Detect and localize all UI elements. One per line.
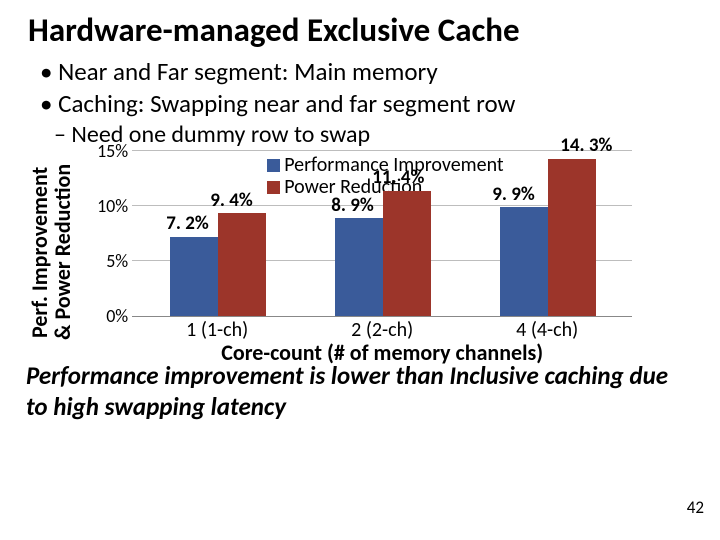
y-axis-label: Perf. Improvement & Power Reduction (26, 147, 74, 357)
data-label-perf-2: 8. 9% (331, 194, 373, 217)
y-tick-5: 5% (82, 250, 128, 272)
bullet-list: Near and Far segment: Main memory Cachin… (40, 56, 694, 120)
page-number: 42 (687, 497, 704, 518)
footer-text: Performance improvement is lower than In… (26, 361, 694, 422)
gridline (132, 150, 632, 151)
data-label-pwr-1: 9. 4% (210, 189, 252, 212)
bar-perf-2 (335, 218, 383, 316)
bar-pwr-3 (548, 159, 596, 316)
bar-pwr-1 (218, 213, 266, 316)
y-tick-15: 15% (82, 140, 128, 162)
bar-pwr-2 (383, 191, 431, 316)
bar-chart: 0% 5% 10% 15% Performance Improvement Po… (82, 147, 642, 357)
legend-swatch-pwr (267, 181, 280, 194)
data-label-perf-1: 7. 2% (166, 212, 208, 235)
data-label-pwr-2: 11. 4% (372, 166, 424, 189)
plot-area: Performance Improvement Power Reduction … (132, 151, 632, 317)
bullet-1: Near and Far segment: Main memory (40, 56, 694, 88)
legend-swatch-perf (267, 159, 280, 172)
y-tick-10: 10% (82, 195, 128, 217)
data-label-perf-3: 9. 9% (492, 183, 534, 206)
y-tick-0: 0% (82, 305, 128, 327)
chart-container: Perf. Improvement & Power Reduction 0% 5… (26, 147, 694, 357)
bar-perf-1 (170, 237, 218, 316)
x-axis-label: Core-count (# of memory channels) (132, 339, 632, 366)
data-label-pwr-3: 14. 3% (560, 134, 612, 157)
bar-perf-3 (500, 207, 548, 316)
bullet-2: Caching: Swapping near and far segment r… (40, 88, 694, 120)
slide-title: Hardware-managed Exclusive Cache (28, 10, 694, 50)
